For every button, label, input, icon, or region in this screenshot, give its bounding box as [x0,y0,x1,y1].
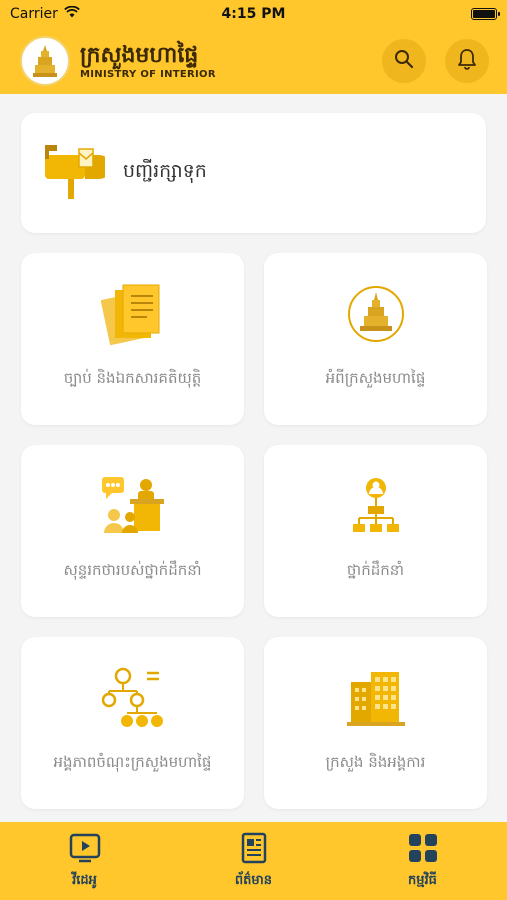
brand-title-en: MINISTRY OF INTERIOR [80,68,216,80]
search-icon [394,49,414,73]
mailbox-icon [39,141,111,205]
search-button[interactable] [382,39,426,83]
video-play-icon [69,832,101,868]
wifi-icon [64,5,80,22]
tile-label: សុន្ទរកថារបស់ថ្នាក់ដឹកនាំ [63,561,202,579]
notifications-button[interactable] [445,39,489,83]
tile-label: ថ្នាក់ដឹកនាំ [346,561,405,579]
tile-laws-documents[interactable]: ច្បាប់ និងឯកសារគតិយុត្តិ [21,253,244,425]
building-icon [345,665,407,731]
tile-about-ministry[interactable]: អំពីក្រសួងមហាផ្ទៃ [264,253,487,425]
brand: ក្រសួងមហាផ្ទៃ MINISTRY OF INTERIOR [80,43,216,80]
tile-label: អង្គភាពចំណុះក្រសួងមហាផ្ទៃ [53,753,212,771]
tab-label: ព័ត៌មាន [234,873,273,888]
bottom-tab-bar: វីដេអូ ព័ត៌មាន កម្មវិធី [0,822,507,900]
ministry-emblem-icon [346,281,406,347]
saved-list-label: បញ្ជីរក្សាទុក [123,160,207,182]
tile-leadership[interactable]: ថ្នាក់ដឹកនាំ [264,445,487,617]
documents-icon [100,281,165,347]
bell-icon [457,48,477,74]
tile-ministries-organizations[interactable]: ក្រសួង និងអង្គការ [264,637,487,809]
tile-subordinate-units[interactable]: អង្គភាពចំណុះក្រសួងមហាផ្ទៃ [21,637,244,809]
speech-podium-icon [100,473,166,539]
tile-leader-speeches[interactable]: សុន្ទរកថារបស់ថ្នាក់ដឹកនាំ [21,445,244,617]
tab-label: វីដេអូ [72,873,97,888]
brand-title-kh: ក្រសួងមហាផ្ទៃ [80,42,199,68]
tab-news[interactable]: ព័ត៌មាន [194,832,314,891]
tab-videos[interactable]: វីដេអូ [25,832,145,891]
status-bar: Carrier 4:15 PM [0,0,507,28]
tile-label: អំពីក្រសួងមហាផ្ទៃ [325,369,426,387]
apps-grid-icon [407,832,439,868]
org-chart-person-icon [351,473,401,539]
org-structure-icon [101,665,165,731]
ministry-logo [20,36,70,86]
app-header: ក្រសួងមហាផ្ទៃ MINISTRY OF INTERIOR [0,28,507,94]
tab-label: កម្មវិធី [408,873,437,888]
carrier-label: Carrier [10,6,58,22]
tile-label: ច្បាប់ និងឯកសារគតិយុត្តិ [63,369,202,387]
saved-list-card[interactable]: បញ្ជីរក្សាទុក [21,113,486,233]
newspaper-icon [238,832,270,868]
battery-icon [471,8,500,20]
status-left: Carrier [10,5,80,22]
tab-apps[interactable]: កម្មវិធី [363,832,483,891]
tile-label: ក្រសួង និងអង្គការ [325,753,426,771]
